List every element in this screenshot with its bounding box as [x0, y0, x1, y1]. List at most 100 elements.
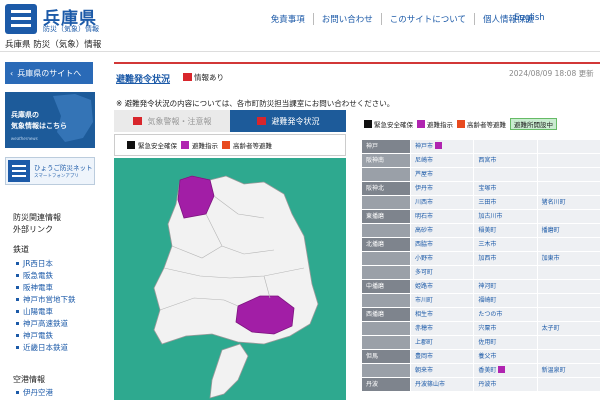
rail-link[interactable]: 近畿日本鉄道	[16, 342, 76, 354]
municipality-link[interactable]: 加古川市	[473, 210, 537, 223]
tab-evacuation-status[interactable]: 避難発令状況	[230, 110, 346, 132]
region-label	[362, 336, 410, 349]
municipality-link[interactable]: 新温泉町	[536, 364, 600, 377]
municipality-link[interactable]: 高砂市	[410, 224, 474, 237]
municipality-link[interactable]: 伊丹市	[410, 182, 474, 195]
site-logo[interactable]: 兵庫県 防災（気象）情報	[5, 4, 105, 34]
municipality-link	[536, 350, 600, 363]
municipality-link[interactable]: 福崎町	[473, 294, 537, 307]
map-legend: 緊急安全確保 避難指示 高齢者等避難	[114, 134, 346, 156]
hyogo-map-icon	[114, 158, 346, 400]
airport-link[interactable]: 伊丹空港	[16, 387, 53, 399]
region-label: 神戸	[362, 140, 410, 153]
table-row: 高砂市 稲美町 播磨町	[362, 224, 600, 238]
municipality-link[interactable]: 三田市	[473, 196, 537, 209]
municipality-link[interactable]: 姫路市	[410, 280, 474, 293]
municipality-link[interactable]: 三木市	[473, 238, 537, 251]
municipality-link[interactable]: 太子町	[536, 322, 600, 335]
legend-swatch-evacuation	[417, 120, 425, 128]
municipality-link[interactable]: 川西市	[410, 196, 474, 209]
legend-swatch-emergency	[127, 141, 135, 149]
rail-link[interactable]: 阪神電車	[16, 282, 76, 294]
municipality-link[interactable]: 相生市	[410, 308, 474, 321]
weather-info-banner[interactable]: 兵庫県の 気象情報はこちら weathernews	[5, 92, 95, 148]
legend-swatch-elderly	[222, 141, 230, 149]
municipality-link[interactable]: 赤穂市	[410, 322, 474, 335]
municipality-table: 神戸 神戸市 阪神南 尼崎市 西宮市 芦屋市 阪神北 伊丹市 宝塚市 川西市 三田市 猪名川町 東播磨明…	[362, 140, 600, 392]
municipality-link[interactable]: 多可町	[410, 266, 474, 279]
nav-english[interactable]: English	[514, 13, 545, 23]
region-label	[362, 294, 410, 307]
banner2-sub: スマートフォンアプリ	[34, 174, 79, 179]
table-row: 小野市 加西市 加東市	[362, 252, 600, 266]
legend-swatch-evacuation	[181, 141, 189, 149]
municipality-link[interactable]: 稲美町	[473, 224, 537, 237]
back-button-label: 兵庫県のサイトへ	[17, 68, 82, 78]
municipality-link	[536, 168, 600, 181]
top-nav: 免責事項 お問い合わせ このサイトについて 個人情報保護	[263, 13, 542, 25]
rail-link[interactable]: 神戸電鉄	[16, 330, 76, 342]
municipality-link[interactable]: 佐用町	[473, 336, 537, 349]
municipality-link[interactable]: 市川町	[410, 294, 474, 307]
municipality-link[interactable]: 香美町	[473, 364, 537, 377]
municipality-link[interactable]: 播磨町	[536, 224, 600, 237]
region-label: 東播磨	[362, 210, 410, 223]
municipality-link[interactable]: 養父市	[473, 350, 537, 363]
rail-link[interactable]: JR西日本	[16, 258, 76, 270]
table-legend: 緊急安全確保 避難指示 高齢者等避難 避難所開設中	[362, 118, 600, 130]
table-row: 朝来市 香美町 新温泉町	[362, 364, 600, 378]
evacuation-order-icon	[498, 366, 506, 373]
municipality-link[interactable]: 上郡町	[410, 336, 474, 349]
municipality-link[interactable]: たつの市	[473, 308, 537, 321]
rail-link[interactable]: 山陽電車	[16, 306, 76, 318]
region-label	[362, 252, 410, 265]
shelter-open-badge: 避難所開設中	[510, 118, 557, 130]
tab-weather-warnings[interactable]: 気象警報・注意報	[114, 110, 230, 132]
table-row: 北播磨 西脇市 三木市	[362, 238, 600, 252]
rail-link[interactable]: 神戸市営地下鉄	[16, 294, 76, 306]
legend-label: 高齢者等避難	[233, 142, 272, 150]
municipality-link[interactable]: 加西市	[473, 252, 537, 265]
municipality-link[interactable]: 明石市	[410, 210, 474, 223]
municipality-link[interactable]: 西宮市	[473, 154, 537, 167]
updated-timestamp: 2024/08/09 18:08 更新	[509, 69, 594, 78]
region-label: 中播磨	[362, 280, 410, 293]
municipality-link[interactable]: 丹波篠山市	[410, 378, 474, 391]
municipality-link[interactable]: 小野市	[410, 252, 474, 265]
municipality-link[interactable]: 西脇市	[410, 238, 474, 251]
hyogo-logo-icon	[5, 4, 37, 34]
page-title[interactable]: 避難発令状況	[116, 72, 170, 85]
municipality-link[interactable]: 宍粟市	[473, 322, 537, 335]
municipality-link[interactable]: 加東市	[536, 252, 600, 265]
municipality-link[interactable]: 尼崎市	[410, 154, 474, 167]
nav-about[interactable]: このサイトについて	[380, 13, 474, 25]
bousai-net-banner[interactable]: ひょうご防災ネット スマートフォンアプリ	[5, 157, 95, 185]
municipality-link	[536, 210, 600, 223]
legend-label: 緊急安全確保	[374, 121, 413, 129]
section-rule	[114, 62, 600, 64]
rail-heading: 鉄道	[13, 245, 29, 254]
municipality-link[interactable]: 神戸市	[410, 140, 474, 153]
municipality-link	[473, 140, 537, 153]
table-row: 中播磨 姫路市 神河町	[362, 280, 600, 294]
nav-disclaimer[interactable]: 免責事項	[263, 13, 313, 25]
rail-link[interactable]: 神戸高速鉄道	[16, 318, 76, 330]
back-to-prefecture-button[interactable]: ‹ 兵庫県のサイトへ	[5, 62, 93, 84]
municipality-link[interactable]: 宝塚市	[473, 182, 537, 195]
municipality-link[interactable]: 丹波市	[473, 378, 537, 391]
evacuation-map[interactable]	[114, 158, 346, 400]
municipality-link[interactable]: 豊岡市	[410, 350, 474, 363]
municipality-link[interactable]: 神河町	[473, 280, 537, 293]
table-row: 上郡町 佐用町	[362, 336, 600, 350]
municipality-link[interactable]: 猪名川町	[536, 196, 600, 209]
bousai-net-app-icon	[8, 160, 30, 182]
table-row: 但馬 豊岡市 養父市	[362, 350, 600, 364]
region-label	[362, 196, 410, 209]
rail-link[interactable]: 阪急電鉄	[16, 270, 76, 282]
airport-list: 伊丹空港	[16, 387, 53, 399]
municipality-link[interactable]: 朝来市	[410, 364, 474, 377]
municipality-link[interactable]: 芦屋市	[410, 168, 474, 181]
airport-heading: 空港情報	[13, 375, 45, 384]
site-header: 兵庫県 防災（気象）情報 兵庫県 防災（気象）情報 免責事項 お問い合わせ この…	[0, 0, 600, 52]
nav-contact[interactable]: お問い合わせ	[312, 13, 381, 25]
